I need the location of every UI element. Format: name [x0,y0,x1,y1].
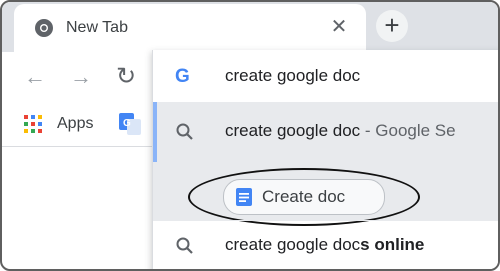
close-icon[interactable]: ✕ [327,15,351,39]
forward-arrow-icon[interactable]: → [68,64,94,90]
new-tab-button[interactable]: + [376,10,408,42]
omnibox-input[interactable]: create google doc [225,66,360,86]
suggestion-text: create google docs online [225,235,425,254]
svg-text:G: G [123,118,131,129]
suggestion-bold-suffix: s online [360,235,425,254]
google-g-icon: G [175,66,190,87]
suggestion-row-2[interactable]: create google docs online [153,220,498,269]
selection-accent [153,102,157,162]
tab-strip: New Tab ✕ + [2,2,498,52]
back-arrow-icon[interactable]: ← [22,64,48,90]
omnibox-input-row[interactable]: G create google doc [153,50,498,102]
translate-icon[interactable]: G [119,113,141,135]
search-icon [176,237,193,254]
reload-icon[interactable]: ↻ [113,64,139,90]
tab-new-tab[interactable]: New Tab ✕ [14,4,366,52]
apps-bookmark-label[interactable]: Apps [57,115,93,133]
browser-window: New Tab ✕ + ← → ↻ Apps G G create google… [0,0,500,271]
apps-grid-icon[interactable] [24,115,42,133]
annotation-ellipse [188,168,420,226]
suggestion-row-1[interactable]: create google doc - Google Se [153,102,498,162]
action-chip-row: Create doc [153,162,498,226]
omnibox-dropdown: G create google doc create google doc - … [152,50,498,269]
tab-title: New Tab [66,19,128,36]
chrome-icon [35,19,53,37]
search-icon [176,123,193,140]
suggestion-text: create google doc - Google Se [225,121,456,140]
suggestion-source: - Google Se [360,121,456,140]
